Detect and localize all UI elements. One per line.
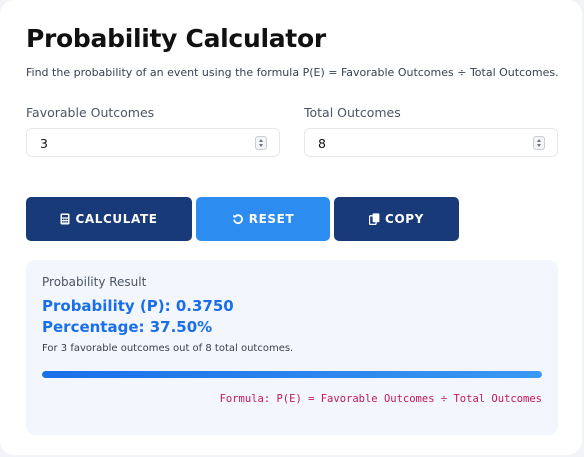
total-outcomes-label: Total Outcomes: [304, 105, 401, 120]
percentage-value: Percentage: 37.50%: [42, 318, 213, 336]
total-outcomes-input[interactable]: 8: [304, 128, 558, 157]
stepper-up-icon[interactable]: [259, 139, 263, 142]
calculate-button[interactable]: CALCULATE: [26, 197, 192, 241]
undo-icon: [232, 214, 243, 225]
favorable-stepper[interactable]: [255, 136, 267, 150]
favorable-outcomes-label: Favorable Outcomes: [26, 105, 155, 120]
result-panel: Probability Result Probability (P): 0.37…: [26, 260, 558, 435]
progress-bar: [42, 371, 542, 378]
reset-label: RESET: [248, 212, 295, 226]
probability-value: Probability (P): 0.3750: [42, 297, 234, 315]
stepper-up-icon[interactable]: [537, 139, 541, 142]
formula-text: Formula: P(E) = Favorable Outcomes ÷ Tot…: [219, 393, 542, 405]
total-outcomes-value: 8: [318, 136, 326, 151]
stepper-down-icon[interactable]: [537, 144, 541, 147]
result-description: For 3 favorable outcomes out of 8 total …: [42, 343, 294, 354]
calculate-label: CALCULATE: [75, 212, 158, 226]
page-title: Probability Calculator: [26, 24, 326, 53]
page-subtitle: Find the probability of an event using t…: [26, 66, 559, 79]
progress-fill: [42, 371, 542, 378]
copy-icon: [369, 213, 380, 225]
reset-button[interactable]: RESET: [196, 197, 330, 241]
calculator-card: Probability Calculator Find the probabil…: [0, 0, 582, 455]
favorable-outcomes-value: 3: [40, 136, 48, 151]
total-stepper[interactable]: [533, 136, 545, 150]
copy-button[interactable]: COPY: [334, 197, 459, 241]
result-label: Probability Result: [42, 275, 147, 289]
favorable-outcomes-input[interactable]: 3: [26, 128, 280, 157]
copy-label: COPY: [385, 212, 424, 226]
calculator-icon: [60, 213, 70, 225]
stepper-down-icon[interactable]: [259, 144, 263, 147]
